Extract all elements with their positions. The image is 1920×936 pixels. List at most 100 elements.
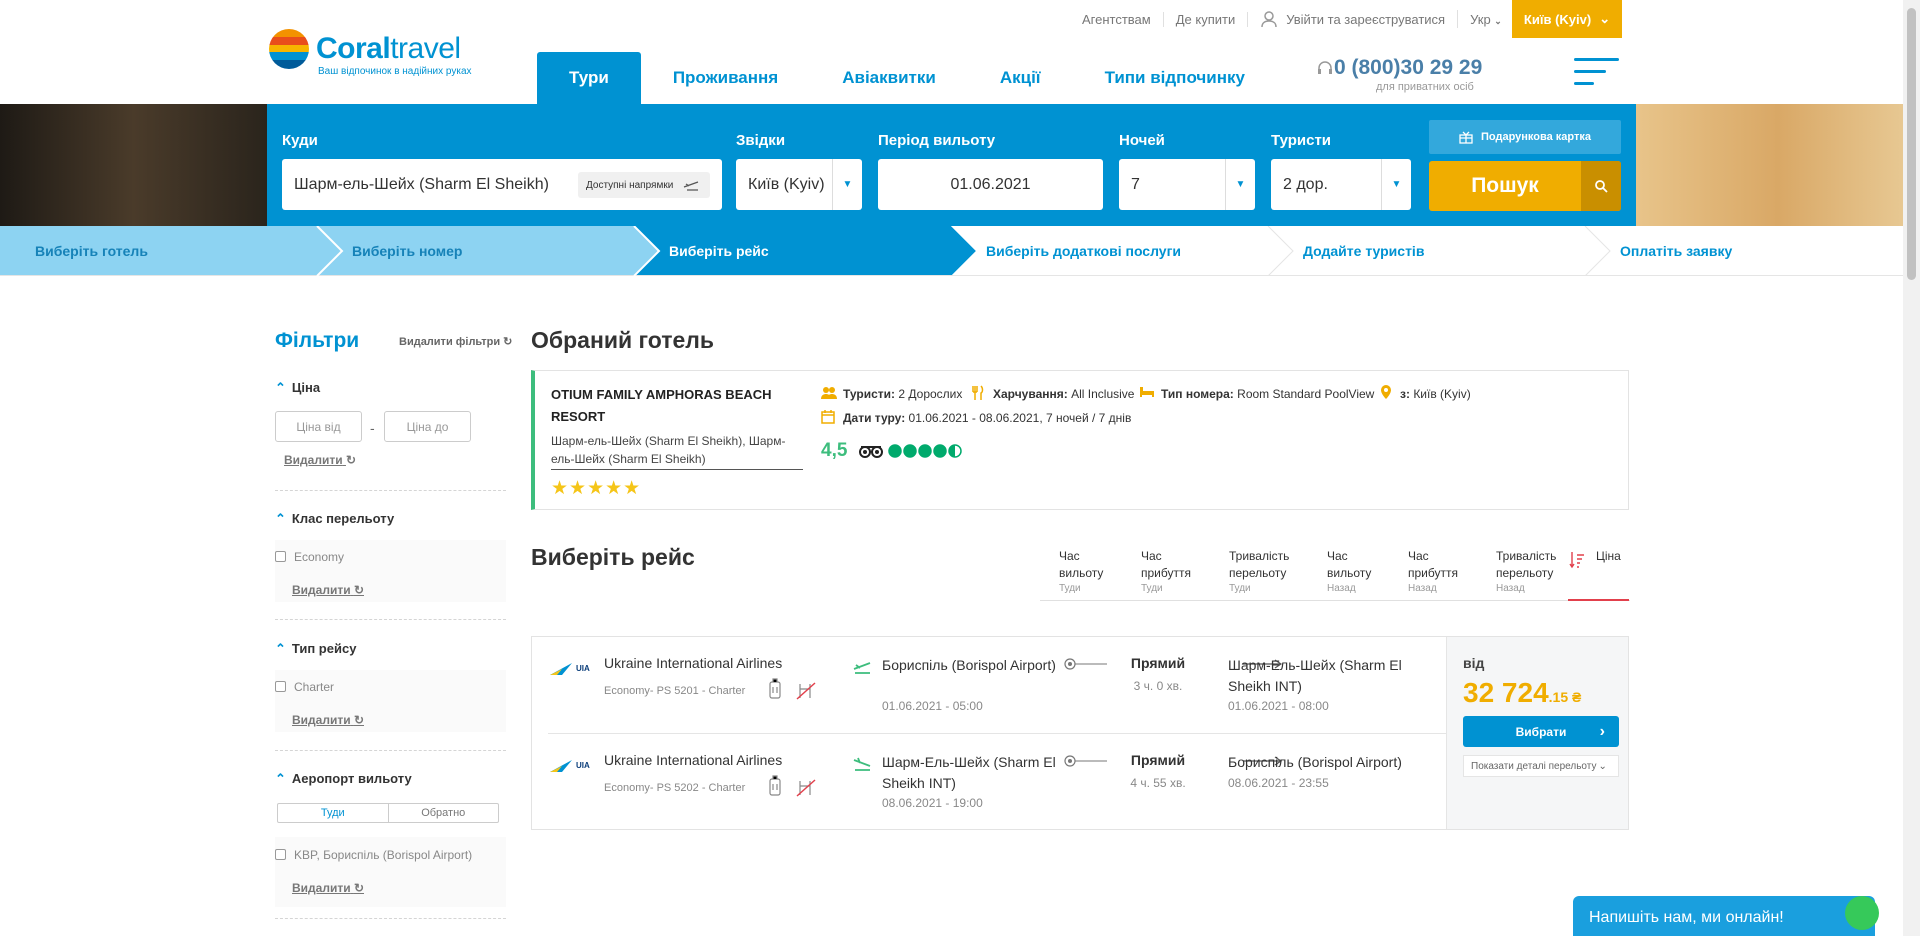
- menu-icon[interactable]: [1574, 58, 1619, 88]
- departure-airport: Бориспіль (Borispol Airport): [882, 657, 1056, 673]
- price-filter-title[interactable]: ⌃ Ціна: [275, 380, 320, 396]
- sort-depart-back[interactable]: Час вильоту Назад: [1327, 548, 1389, 596]
- step-choose-hotel[interactable]: Виберіть готель: [35, 226, 148, 276]
- economy-checkbox[interactable]: [275, 551, 286, 562]
- choose-flight-title: Виберіть рейс: [531, 544, 695, 570]
- phone-subtitle: для приватних осіб: [1376, 81, 1474, 93]
- background-image-right: [1636, 104, 1920, 226]
- clear-filters-link[interactable]: Видалити фільтри ↻: [399, 335, 512, 348]
- refresh-icon: ↻: [353, 583, 364, 597]
- divider: [275, 918, 506, 919]
- price-to-input[interactable]: Ціна до: [384, 411, 471, 442]
- airport-kbp-checkbox[interactable]: [275, 849, 286, 860]
- flight-type-delete-link[interactable]: Видалити ↻: [292, 713, 364, 727]
- filters-title: Фільтри: [275, 329, 360, 352]
- flight-details: Economy- PS 5202 - Charter: [604, 782, 746, 794]
- chevron-up-icon: ⌃: [275, 380, 286, 395]
- tab-there[interactable]: Туди: [278, 804, 389, 822]
- select-flight-button[interactable]: Вибрати ›: [1463, 716, 1619, 747]
- nav-promotions[interactable]: Акції: [968, 52, 1073, 104]
- airport-delete-link[interactable]: Видалити ↻: [292, 881, 364, 895]
- sort-duration-there[interactable]: Тривалість перельоту Туди: [1229, 548, 1305, 596]
- period-value: 01.06.2021: [950, 175, 1031, 193]
- hotel-location: Шарм-ель-Шейх (Sharm El Sheikh), Шарм-ел…: [551, 432, 803, 470]
- airline-logo-icon: [550, 760, 572, 772]
- chat-widget[interactable]: Напишіть нам, ми онлайн!: [1573, 896, 1879, 936]
- flight-details: Economy- PS 5201 - Charter: [604, 685, 746, 697]
- step-choose-room[interactable]: Виберіть номер: [352, 226, 462, 276]
- flight-class-delete-link[interactable]: Видалити ↻: [292, 583, 364, 597]
- phone-number[interactable]: 0 (800)30 29 29: [1334, 56, 1482, 80]
- sort-depart-there[interactable]: Час вильоту Туди: [1059, 548, 1121, 596]
- tourists-info: Туристи: 2 Дорослих: [843, 387, 963, 401]
- sort-price[interactable]: Ціна: [1596, 548, 1621, 565]
- no-meal-icon: [796, 779, 816, 797]
- language-label: Укр: [1470, 11, 1491, 27]
- sort-underline: [1040, 600, 1630, 601]
- booking-steps: Виберіть готель Виберіть номер Виберіть …: [0, 226, 1920, 276]
- search-button[interactable]: Пошук: [1429, 161, 1621, 211]
- charter-checkbox[interactable]: [275, 681, 286, 692]
- flight-divider: [548, 733, 1455, 734]
- available-directions-button[interactable]: Доступні напрямки: [578, 172, 710, 198]
- step-choose-flight[interactable]: Виберіть рейс: [669, 226, 769, 276]
- price-value: 32 724.15 ₴: [1463, 677, 1581, 709]
- scrollbar-thumb[interactable]: [1907, 8, 1916, 280]
- tab-back[interactable]: Обратно: [389, 804, 499, 822]
- search-button-label: Пошук: [1471, 174, 1539, 197]
- step-pay[interactable]: Оплатіть заявку: [1620, 226, 1732, 276]
- destination-input[interactable]: Шарм-ель-Шейх (Sharm El Sheikh) Доступні…: [282, 159, 722, 210]
- scrollbar[interactable]: [1903, 0, 1920, 936]
- main-nav: Тури Проживання Авіаквитки Акції Типи ві…: [537, 52, 1277, 104]
- luggage-icon: [769, 678, 781, 699]
- price-delete-link[interactable]: Видалити ↻: [284, 453, 356, 467]
- sort-arrive-back[interactable]: Час прибуття Назад: [1408, 548, 1470, 596]
- flight-type: Прямий: [1130, 655, 1186, 671]
- sort-desc-icon[interactable]: [1569, 551, 1585, 569]
- airline-name: Ukraine International Airlines: [604, 752, 783, 768]
- price-from-input[interactable]: Ціна від: [275, 411, 362, 442]
- divider: [275, 619, 506, 620]
- tourists-icon: [821, 387, 837, 399]
- flight-details-link[interactable]: Показати деталі перельоту ⌄: [1463, 755, 1619, 777]
- nav-flights[interactable]: Авіаквитки: [810, 52, 968, 104]
- gift-card-label: Подарункова картка: [1481, 131, 1591, 143]
- online-indicator-icon: [1845, 896, 1879, 930]
- login-link[interactable]: Увійти та зареєструватися: [1248, 10, 1459, 28]
- flight-offer-card: UIA Ukraine International Airlines Econo…: [531, 636, 1629, 830]
- nights-select[interactable]: 7 ▼: [1119, 159, 1255, 210]
- where-to-buy-link[interactable]: Де купити: [1164, 11, 1249, 27]
- logo[interactable]: Coraltravel Ваш відпочинок в надійних ру…: [268, 26, 478, 82]
- flight-duration: 3 ч. 0 хв.: [1133, 679, 1183, 693]
- sort-duration-back[interactable]: Тривалість перельоту Назад: [1496, 548, 1572, 596]
- tourists-select[interactable]: 2 дор. ▼: [1271, 159, 1411, 210]
- agencies-link[interactable]: Агентствам: [1070, 11, 1164, 27]
- from-select[interactable]: Київ (Kyiv) ▼: [736, 159, 862, 210]
- top-links: Агентствам Де купити Увійти та зареєстру…: [1070, 0, 1514, 38]
- departure-city-info: з: Київ (Kyiv): [1400, 387, 1471, 401]
- period-input[interactable]: 01.06.2021: [878, 159, 1103, 210]
- departure-time: 01.06.2021 - 05:00: [882, 699, 983, 713]
- to-label: Куди: [282, 132, 318, 149]
- dropdown-arrow-icon: ▼: [1225, 159, 1255, 210]
- nav-tours[interactable]: Тури: [537, 52, 641, 104]
- hotel-name[interactable]: OTIUM FAMILY AMPHORAS BEACH RESORT: [551, 384, 781, 428]
- meal-info: Харчування: All Inclusive: [993, 387, 1135, 401]
- flight-type-filter-title[interactable]: ⌃ Тип рейсу: [275, 641, 356, 657]
- nav-vacation-types[interactable]: Типи відпочинку: [1073, 52, 1277, 104]
- flight-class-filter-title[interactable]: ⌃ Клас перельоту: [275, 511, 394, 527]
- gift-icon: [1459, 131, 1473, 144]
- location-icon: [1381, 385, 1391, 399]
- departure-airport-filter-title[interactable]: ⌃ Аеропорт вильоту: [275, 771, 412, 787]
- nav-accommodation[interactable]: Проживання: [641, 52, 810, 104]
- gift-card-button[interactable]: Подарункова картка: [1429, 120, 1621, 154]
- chevron-up-icon: ⌃: [275, 641, 286, 656]
- refresh-icon: ↻: [345, 453, 356, 467]
- language-select[interactable]: Укр ⌄: [1458, 12, 1514, 27]
- divider: [275, 750, 506, 751]
- page: Агентствам Де купити Увійти та зареєстру…: [0, 0, 1920, 936]
- city-select-button[interactable]: Київ (Kyiv) ⌄: [1512, 0, 1622, 38]
- step-add-tourists[interactable]: Додайте туристів: [1303, 226, 1424, 276]
- sort-arrive-there[interactable]: Час прибуття Туди: [1141, 548, 1203, 596]
- step-additional-services[interactable]: Виберіть додаткові послуги: [986, 226, 1181, 276]
